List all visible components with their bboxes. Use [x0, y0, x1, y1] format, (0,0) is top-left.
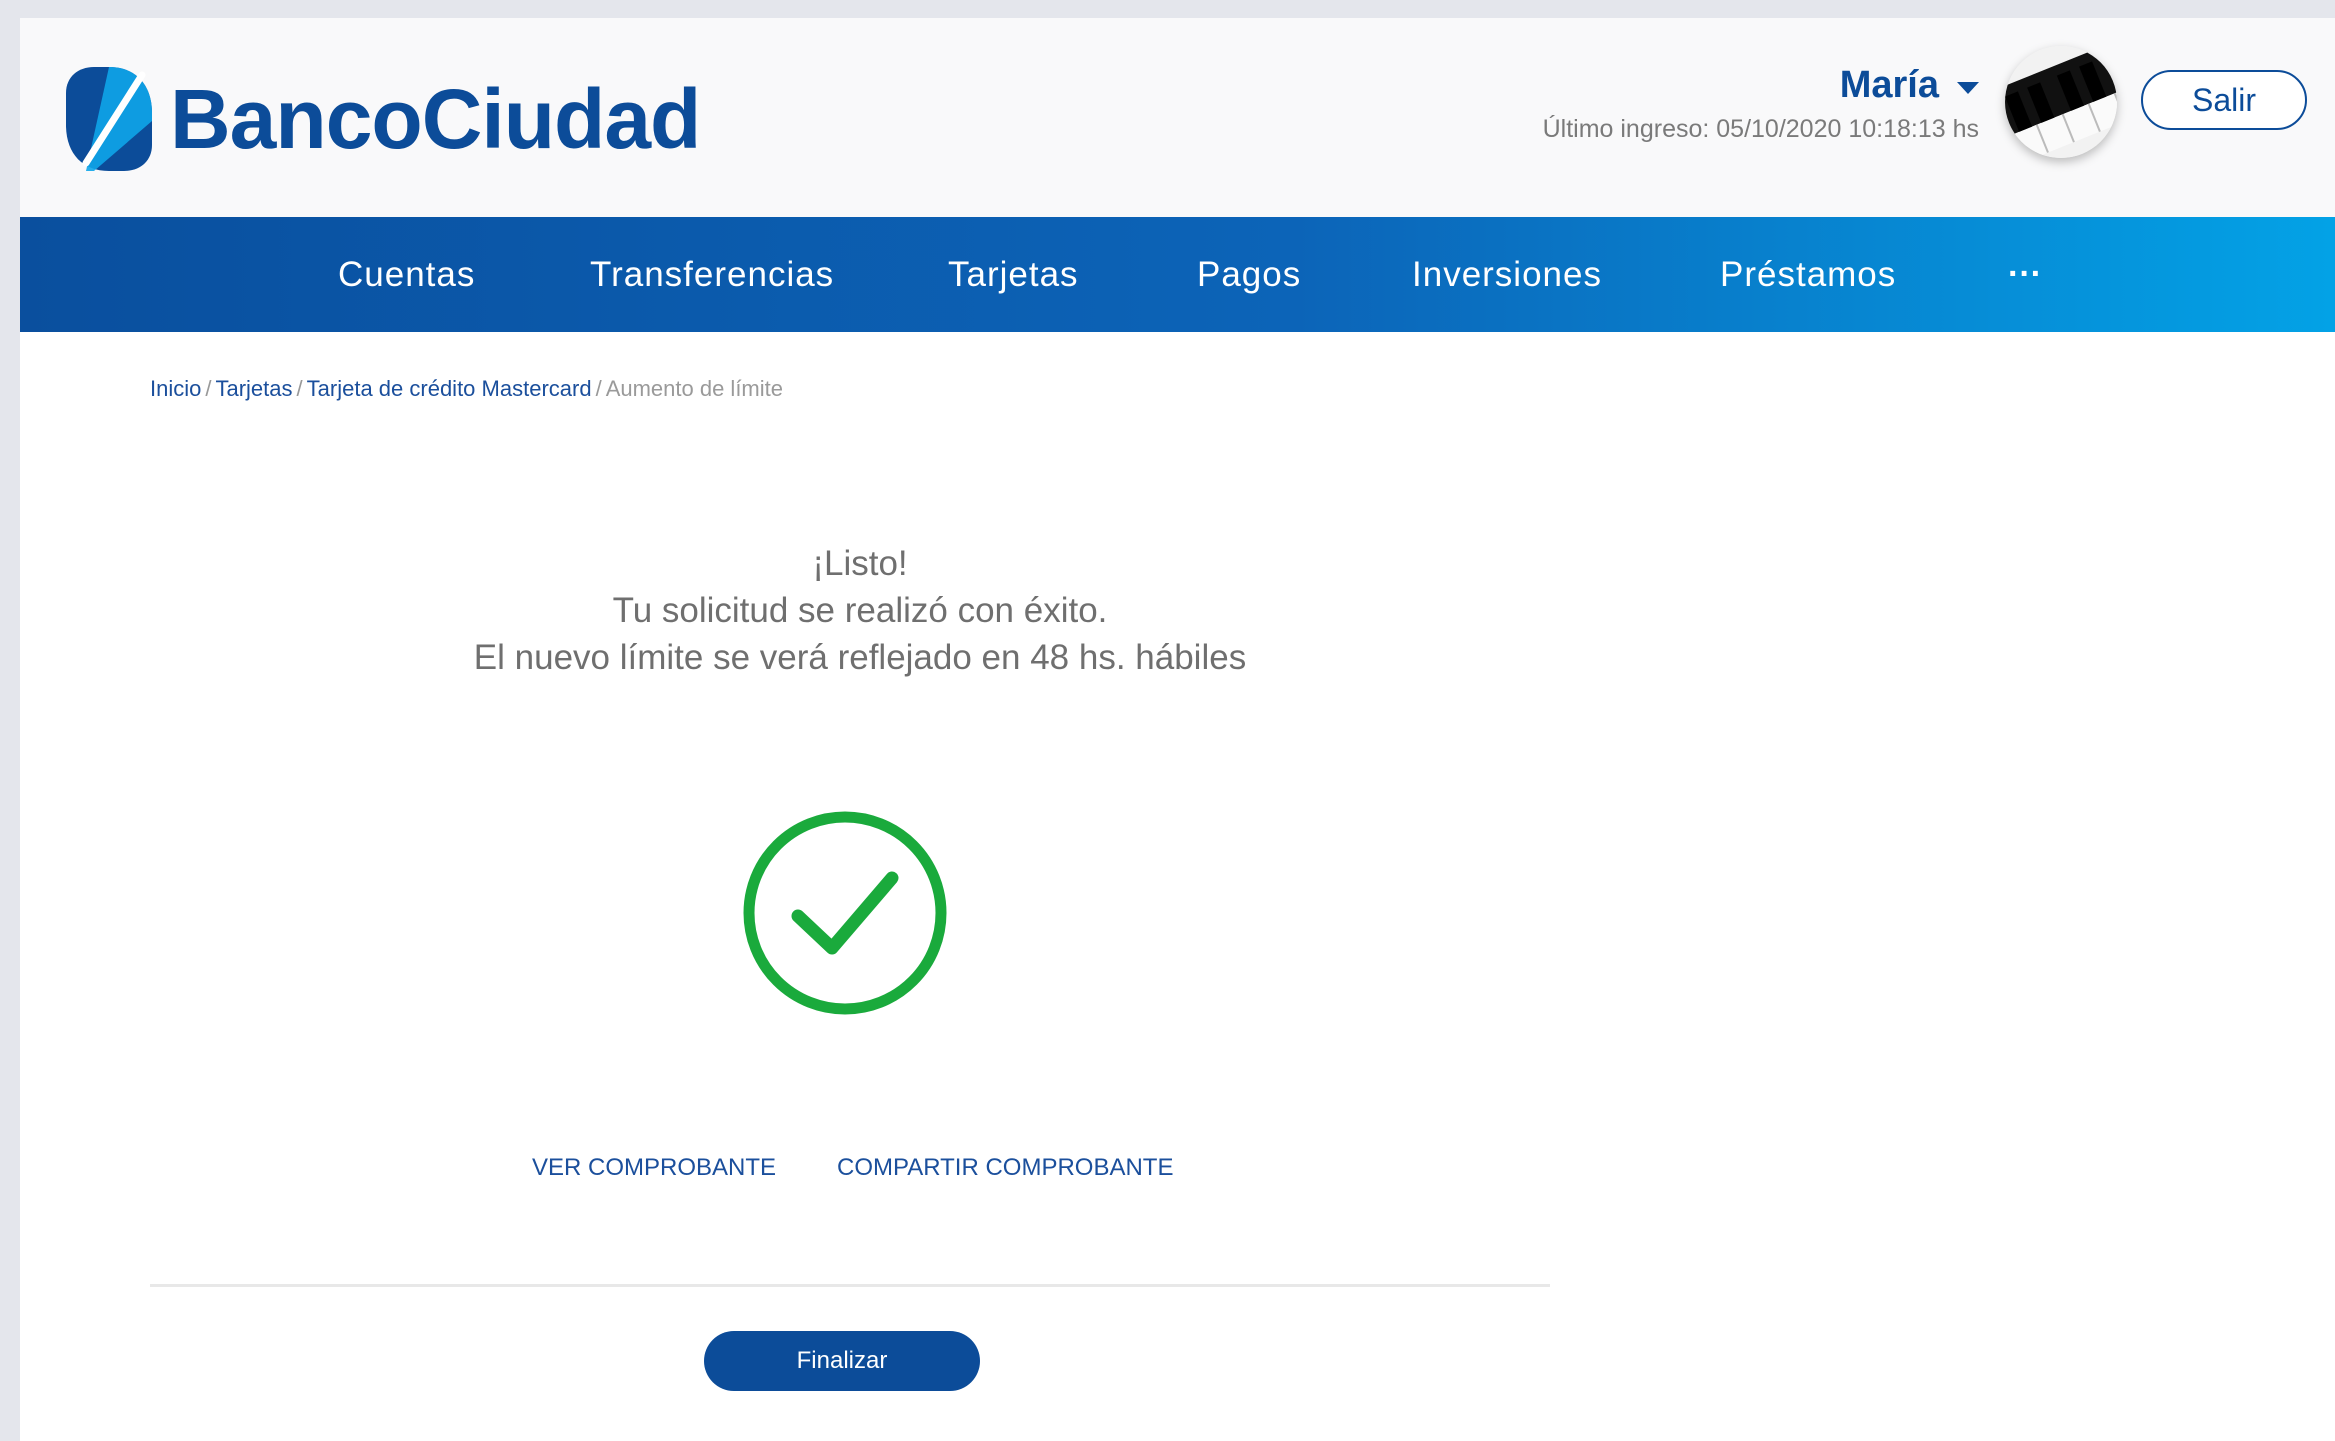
breadcrumb-tarjeta-credito[interactable]: Tarjeta de crédito Mastercard — [307, 376, 592, 401]
avatar[interactable] — [2005, 46, 2117, 158]
breadcrumb-inicio[interactable]: Inicio — [150, 376, 201, 401]
success-message: ¡Listo! Tu solicitud se realizó con éxit… — [180, 540, 1540, 681]
brand-name: BancoCiudad — [170, 71, 701, 166]
caret-down-icon[interactable] — [1957, 81, 1979, 94]
piano-keys-avatar-icon — [2005, 46, 2117, 158]
nav-item-prestamos[interactable]: Préstamos — [1720, 217, 1896, 332]
last-login-text: Último ingreso: 05/10/2020 10:18:13 hs — [1542, 115, 1979, 143]
breadcrumb: Inicio / Tarjetas / Tarjeta de crédito Maste… — [150, 376, 783, 402]
nav-item-transferencias[interactable]: Transferencias — [590, 217, 834, 332]
breadcrumb-current: Aumento de límite — [605, 376, 783, 401]
nav-item-pagos[interactable]: Pagos — [1197, 217, 1301, 332]
divider — [150, 1284, 1550, 1287]
breadcrumb-separator: / — [296, 376, 303, 401]
breadcrumb-separator: / — [205, 376, 212, 401]
user-menu[interactable]: María — [1543, 64, 1979, 107]
user-info: María Último ingreso: 05/10/2020 10:18:1… — [1543, 64, 1979, 144]
nav-more-button[interactable]: ··· — [2008, 217, 2042, 332]
success-title: ¡Listo! — [812, 544, 908, 583]
success-subtitle: Tu solicitud se realizó con éxito. — [612, 591, 1108, 630]
main-nav: Cuentas Transferencias Tarjetas Pagos In… — [20, 217, 2335, 332]
nav-item-tarjetas[interactable]: Tarjetas — [948, 217, 1079, 332]
success-check-icon — [743, 811, 947, 1015]
view-receipt-button[interactable]: VER COMPROBANTE — [532, 1154, 776, 1182]
finish-button[interactable]: Finalizar — [704, 1331, 980, 1391]
bank-logo-icon — [66, 67, 152, 171]
breadcrumb-tarjetas[interactable]: Tarjetas — [215, 376, 292, 401]
user-name[interactable]: María — [1840, 64, 1939, 107]
breadcrumb-separator: / — [595, 376, 602, 401]
app-window: BancoCiudad María Último ingreso: 05/10/… — [20, 18, 2335, 1441]
nav-item-cuentas[interactable]: Cuentas — [338, 217, 475, 332]
header: BancoCiudad María Último ingreso: 05/10/… — [20, 18, 2335, 217]
brand-logo[interactable]: BancoCiudad — [66, 64, 701, 174]
logout-button[interactable]: Salir — [2141, 70, 2307, 130]
limit-notice: El nuevo límite se verá reflejado en 48 … — [473, 638, 1247, 677]
share-receipt-button[interactable]: COMPARTIR COMPROBANTE — [837, 1154, 1173, 1182]
nav-item-inversiones[interactable]: Inversiones — [1412, 217, 1602, 332]
